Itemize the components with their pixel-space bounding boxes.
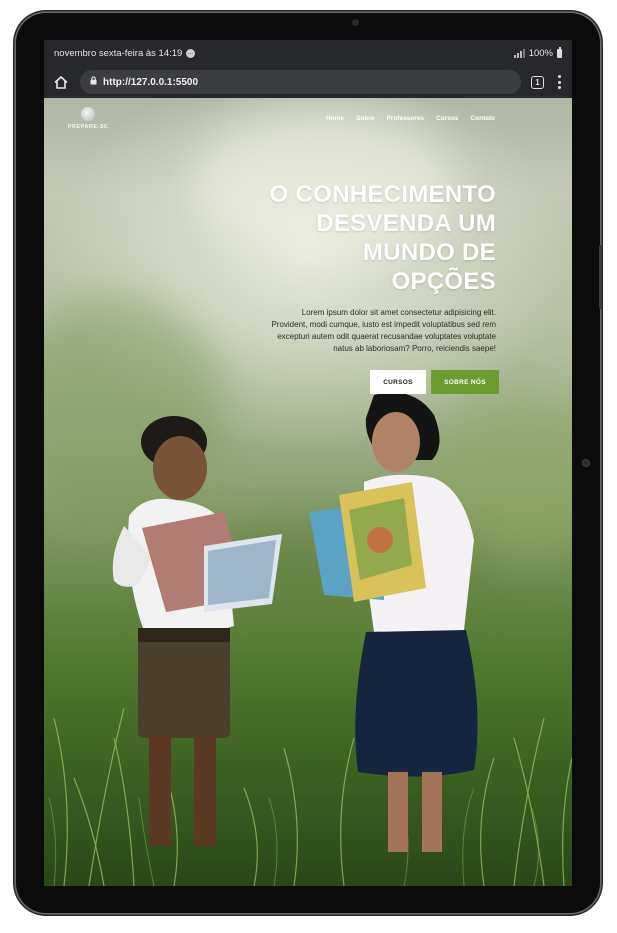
- hero-section: PREPARE-SE Home Sobre Professores Cursos…: [44, 98, 572, 886]
- nav-link-contato[interactable]: Contato: [470, 115, 495, 122]
- lock-icon: [90, 76, 97, 88]
- tab-switcher-button[interactable]: 1: [531, 75, 544, 89]
- nav-link-sobre[interactable]: Sobre: [356, 115, 374, 122]
- message-circle-icon: …: [186, 48, 196, 58]
- hero-text-line: excepturi autem odit quaerat recusandae …: [277, 332, 496, 341]
- nav-link-home[interactable]: Home: [326, 115, 344, 122]
- status-bar: novembro sexta-feira às 14:19 … 100%: [44, 40, 572, 66]
- signal-icon: [513, 48, 525, 58]
- tab-count: 1: [535, 77, 540, 87]
- hero-description: Lorem ipsum dolor sit amet consectetur a…: [246, 307, 496, 355]
- hero-title: O CONHECIMENTO DESVENDA UM MUNDO DE OPÇÕ…: [236, 180, 496, 296]
- hero-text-line: Lorem ipsum dolor sit amet consectetur a…: [301, 308, 496, 317]
- globe-icon: [81, 107, 95, 121]
- hero-title-line: OPÇÕES: [391, 268, 496, 295]
- boy-reading-illustration: [112, 416, 282, 846]
- hero-title-line: DESVENDA UM: [316, 210, 496, 237]
- url-text: http://127.0.0.1:5500: [103, 76, 199, 88]
- battery-icon: [557, 46, 562, 58]
- front-camera: [352, 19, 359, 26]
- screen: novembro sexta-feira às 14:19 … 100% htt…: [44, 40, 572, 886]
- address-bar[interactable]: http://127.0.0.1:5500: [80, 70, 521, 94]
- home-icon[interactable]: [52, 73, 70, 91]
- hero-title-line: O CONHECIMENTO: [269, 181, 496, 208]
- site-navbar: PREPARE-SE Home Sobre Professores Cursos…: [44, 98, 572, 144]
- girl-reading-illustration: [309, 392, 478, 852]
- browser-menu-icon[interactable]: [554, 74, 564, 90]
- brand-name: PREPARE-SE: [67, 124, 109, 130]
- status-datetime: novembro sexta-feira às 14:19: [54, 47, 183, 59]
- hero-text-line: natus ab laboriosam? Porro, reiciendis s…: [333, 344, 496, 353]
- nav-link-professores[interactable]: Professores: [386, 115, 424, 122]
- nav-menu: Home Sobre Professores Cursos Contato: [326, 115, 495, 122]
- cursos-button[interactable]: CURSOS: [370, 370, 426, 394]
- sensor-dot: [582, 459, 590, 467]
- battery-percent: 100%: [528, 47, 553, 59]
- nav-link-cursos[interactable]: Cursos: [436, 115, 458, 122]
- hero-title-line: MUNDO DE: [362, 239, 496, 266]
- volume-button: [599, 245, 602, 309]
- browser-toolbar: http://127.0.0.1:5500 1: [44, 66, 572, 98]
- sobre-nos-button[interactable]: SOBRE NÓS: [431, 370, 499, 394]
- hero-text-line: Provident, modi cumque, iusto est impedi…: [271, 320, 496, 329]
- site-logo[interactable]: PREPARE-SE: [66, 107, 110, 130]
